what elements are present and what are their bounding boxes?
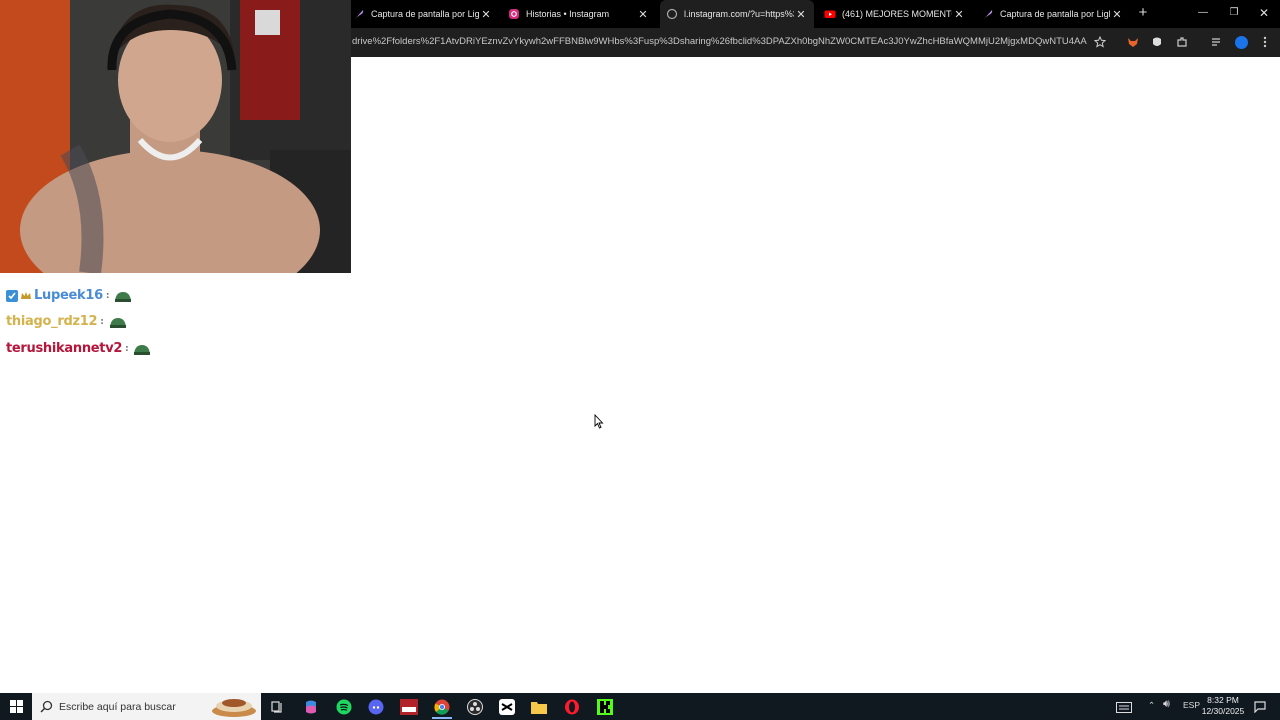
search-placeholder: Escribe aquí para buscar — [59, 701, 176, 713]
spotify-icon[interactable] — [334, 697, 354, 717]
bookmark-star-icon[interactable] — [1093, 35, 1107, 49]
instagram-icon — [508, 8, 520, 20]
media-queue-icon[interactable] — [1210, 35, 1224, 49]
windows-logo-icon — [9, 700, 23, 713]
emote-icon — [113, 289, 133, 303]
volume-icon[interactable]: 🔊︎ — [1163, 698, 1170, 711]
tab-lightshot-1[interactable]: Captura de pantalla por Lightshot ✕ — [347, 0, 499, 28]
close-icon[interactable]: ✕ — [479, 8, 493, 21]
file-explorer-icon[interactable] — [529, 697, 549, 717]
chat-message: Lupeek16 : — [6, 288, 133, 303]
copilot-icon[interactable] — [301, 697, 321, 717]
search-highlight-icon — [212, 699, 256, 717]
tab-title: Historias • Instagram — [526, 9, 610, 19]
taskbar-search-box[interactable]: Escribe aquí para buscar — [32, 693, 261, 720]
tab-title: Captura de pantalla por Lightshot — [371, 9, 479, 19]
extensions-puzzle-icon[interactable] — [1175, 35, 1189, 49]
chat-separator: : — [100, 316, 104, 327]
kick-icon[interactable] — [595, 697, 615, 717]
tab-title: (461) MEJORES MOMENTOS DE — [842, 9, 952, 19]
menu-kebab-icon[interactable] — [1258, 35, 1272, 49]
task-view-icon[interactable] — [267, 697, 287, 717]
feather-icon — [982, 8, 994, 20]
capcut-icon[interactable] — [497, 697, 517, 717]
opera-icon[interactable] — [562, 697, 582, 717]
chat-separator: : — [105, 290, 110, 301]
chat-message: terushikannetv2 : — [6, 341, 152, 356]
chevron-up-icon[interactable]: ⌃ — [1148, 700, 1155, 711]
mouse-cursor-icon — [594, 413, 604, 434]
chat-message: thiago_rdz12 : — [6, 314, 128, 329]
webcam-overlay — [0, 0, 351, 273]
windows-taskbar: Escribe aquí para buscar ⌃ 🔊︎ ESP 8:32 P… — [0, 693, 1280, 720]
tab-title: Captura de pantalla por Lightshot — [1000, 9, 1110, 19]
close-icon[interactable]: ✕ — [636, 8, 650, 21]
close-icon[interactable]: ✕ — [1110, 8, 1124, 21]
minimize-icon[interactable]: — — [1196, 6, 1210, 20]
discord-icon[interactable] — [366, 697, 386, 717]
tab-instagram-redirect[interactable]: l.instagram.com/?u=https%3A%2F ✕ — [660, 0, 814, 28]
search-icon — [40, 700, 53, 713]
obs-icon[interactable] — [465, 697, 485, 717]
tab-instagram-stories[interactable]: Historias • Instagram ✕ — [502, 0, 656, 28]
keyboard-tray-icon[interactable] — [1114, 697, 1134, 717]
emote-icon — [108, 315, 128, 329]
chat-username: Lupeek16 — [34, 288, 103, 303]
chat-username: terushikannetv2 — [6, 341, 123, 356]
clock-date: 12/30/2025 — [1201, 706, 1245, 716]
chrome-icon[interactable] — [432, 697, 452, 719]
close-icon[interactable]: ✕ — [794, 8, 808, 21]
extension-fox-icon[interactable] — [1126, 35, 1140, 49]
feather-icon — [353, 8, 365, 20]
profile-avatar[interactable] — [1234, 35, 1248, 49]
taskbar-clock[interactable]: 8:32 PM 12/30/2025 — [1198, 695, 1248, 717]
globe-icon — [666, 8, 678, 20]
verified-icon — [6, 289, 18, 302]
tab-title: l.instagram.com/?u=https%3A%2F — [684, 9, 794, 19]
chat-separator: : — [125, 343, 129, 354]
voicemeeter-icon[interactable] — [399, 697, 419, 717]
start-button[interactable] — [0, 693, 32, 720]
emote-icon — [132, 342, 152, 356]
extension-shield-icon[interactable] — [1150, 35, 1164, 49]
tab-youtube[interactable]: (461) MEJORES MOMENTOS DE ✕ — [818, 0, 972, 28]
close-window-icon[interactable]: ✕ — [1257, 6, 1271, 20]
restore-icon[interactable]: ❐ — [1227, 6, 1241, 20]
chat-username: thiago_rdz12 — [6, 314, 98, 329]
clock-time: 8:32 PM — [1207, 695, 1239, 705]
new-tab-button[interactable]: + — [1136, 5, 1150, 20]
tab-lightshot-2[interactable]: Captura de pantalla por Lightshot ✕ — [976, 0, 1130, 28]
crown-icon — [20, 290, 32, 302]
notification-icon[interactable] — [1250, 697, 1270, 717]
address-bar[interactable]: drive%2Ffolders%2F1AtvDRiYEznvZvYkywh2wF… — [352, 36, 1087, 47]
close-icon[interactable]: ✕ — [952, 8, 966, 21]
youtube-icon — [824, 8, 836, 20]
